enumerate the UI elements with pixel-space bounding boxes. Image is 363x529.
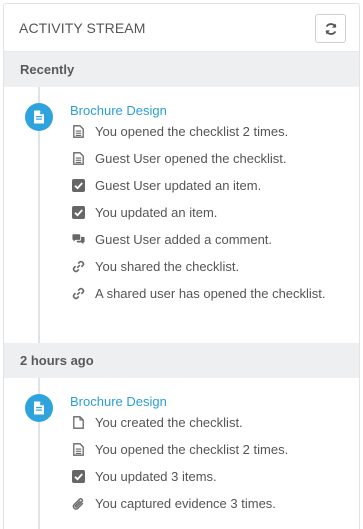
list-item: Guest User added a comment.	[70, 229, 359, 256]
checkbox-icon	[72, 206, 85, 219]
activity-text: Guest User opened the checklist.	[95, 151, 287, 166]
checkbox-icon	[72, 470, 85, 483]
activity-text: You opened the checklist 2 times.	[95, 442, 289, 457]
link-icon	[72, 260, 85, 273]
checkbox-icon	[72, 179, 85, 192]
panel-title: ACTIVITY STREAM	[19, 20, 146, 36]
refresh-button[interactable]	[315, 14, 346, 43]
list-item: You captured evidence 3 times.	[70, 493, 359, 520]
list-item: You shared the checklist.	[70, 256, 359, 283]
list-item: You updated an item.	[70, 202, 359, 229]
document-icon	[25, 103, 53, 131]
panel-header: ACTIVITY STREAM	[4, 4, 359, 52]
activity-entry: Brochure Design You opened the checklist…	[4, 87, 359, 337]
activity-text: You captured evidence 3 times.	[95, 496, 276, 511]
link-icon	[72, 287, 85, 300]
document-outline-icon	[72, 416, 85, 429]
list-item: You opened the checklist 2 times.	[70, 121, 359, 148]
comments-icon	[72, 233, 85, 246]
document-icon	[25, 394, 53, 422]
activity-stream-panel: ACTIVITY STREAM Recently Brochure Design…	[3, 3, 360, 529]
activity-text: Guest User updated an item.	[95, 178, 262, 193]
activity-text: You shared the checklist.	[95, 259, 240, 274]
document-lines-icon	[72, 152, 85, 165]
activity-group-recently: Brochure Design You opened the checklist…	[4, 87, 359, 343]
refresh-icon	[325, 22, 336, 35]
activity-item-list: You created the checklist. You opened th…	[4, 412, 359, 520]
list-item: You updated 3 items.	[70, 466, 359, 493]
activity-entry: Brochure Design You created the checklis…	[4, 378, 359, 520]
list-item: Guest User updated an item.	[70, 175, 359, 202]
list-item: Guest User opened the checklist.	[70, 148, 359, 175]
section-heading-2-hours-ago: 2 hours ago	[4, 343, 359, 378]
checklist-link[interactable]: Brochure Design	[70, 392, 359, 412]
document-lines-icon	[72, 443, 85, 456]
activity-text: Guest User added a comment.	[95, 232, 273, 247]
list-item: A shared user has opened the checklist.	[70, 283, 359, 337]
activity-text: You created the checklist.	[95, 415, 243, 430]
section-heading-recently: Recently	[4, 52, 359, 87]
activity-item-list: You opened the checklist 2 times. Guest …	[4, 121, 359, 337]
list-item: You created the checklist.	[70, 412, 359, 439]
document-lines-icon	[72, 125, 85, 138]
list-item: You opened the checklist 2 times.	[70, 439, 359, 466]
activity-text: You updated 3 items.	[95, 469, 217, 484]
activity-text: A shared user has opened the checklist.	[95, 286, 326, 301]
activity-text: You opened the checklist 2 times.	[95, 124, 289, 139]
activity-text: You updated an item.	[95, 205, 218, 220]
paperclip-icon	[72, 497, 85, 510]
activity-group-2-hours-ago: Brochure Design You created the checklis…	[4, 378, 359, 529]
checklist-link[interactable]: Brochure Design	[70, 101, 359, 121]
